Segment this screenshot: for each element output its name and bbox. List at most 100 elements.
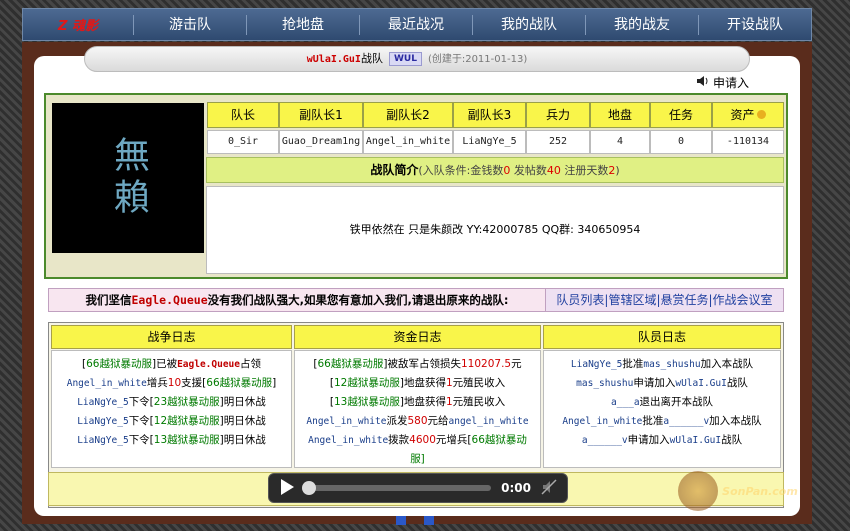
motto-rival-team[interactable]: Eagle.Queue [131, 293, 207, 307]
member-log-line: mas_shushu申请加入wUlaI.GuI战队 [544, 374, 780, 393]
server-link[interactable]: 66越狱暴动服 [86, 358, 152, 370]
header-troops: 兵力 [526, 102, 590, 128]
text: 下令[ [128, 415, 154, 427]
member-link[interactable]: LiaNgYe_5 [571, 359, 622, 370]
header-captain: 队长 [207, 102, 279, 128]
nav-item-grab-territory[interactable]: 抢地盘 [246, 14, 359, 35]
member-link[interactable]: Angel_in_white [306, 416, 386, 427]
text: 元殖民收入 [452, 377, 506, 389]
fund-log-line: 服] [295, 450, 540, 467]
team-link[interactable]: wUlaI.GuI [670, 435, 721, 446]
header-assets-label: 资产 [730, 108, 755, 122]
text: 下令[ [128, 434, 154, 446]
cond-suffix: ) [615, 164, 620, 177]
site-logo[interactable]: Z 魂影 [23, 15, 133, 34]
member-link[interactable]: LiaNgYe_5 [77, 416, 128, 427]
nav-item-my-comrades[interactable]: 我的战友 [585, 14, 698, 35]
server-link[interactable]: 66越狱暴动服 [206, 377, 272, 389]
vice-captain-2-link[interactable]: Angel_in_white [363, 130, 453, 154]
server-link[interactable]: 12越狱暴动服 [334, 377, 400, 389]
header-vice-captain-2: 副队长2 [363, 102, 453, 128]
cond-posts: 40 [546, 164, 561, 177]
fund-log-line: [12越狱暴动服]地盘获得1元殖民收入 [295, 374, 540, 393]
number: 10 [167, 377, 182, 389]
vice-captain-3-link[interactable]: LiaNgYe_5 [453, 130, 526, 154]
war-log-title: 战争日志 [51, 325, 292, 349]
member-link[interactable]: Angel_in_white [562, 416, 642, 427]
member-link[interactable]: angel_in_white [449, 416, 529, 427]
pager-dot-1[interactable] [396, 516, 406, 525]
fund-log-line: Angel_in_white派发580元给angel_in_white [295, 412, 540, 431]
motto-text: 我们坚信Eagle.Queue没有我们战队强大,如果您有意加入我们,请退出原来的… [49, 289, 545, 311]
text: 加入本战队 [709, 415, 762, 427]
member-log-line: Angel_in_white批准a______v加入本战队 [544, 412, 780, 431]
apply-join-link[interactable]: 申请入 [696, 74, 749, 91]
apply-join-label: 申请入 [713, 76, 750, 90]
team-intro-text: 铁甲依然在 只是朱颜改 YY:42000785 QQ群: 340650954 [206, 186, 784, 274]
team-title-bar: wUlaI.GuI战队 WUL (创建于:2011-01-13) [84, 46, 750, 72]
captain-link[interactable]: 0_Sir [207, 130, 279, 154]
server-link[interactable]: 23越狱暴动服 [154, 396, 220, 408]
play-icon[interactable] [279, 478, 295, 499]
text: 占领 [240, 358, 261, 370]
text: 元增兵[ [435, 434, 472, 446]
war-log-line: LiaNgYe_5下令[13越狱暴动服]明日休战 [52, 431, 291, 450]
troops-value: 252 [526, 130, 590, 154]
member-link[interactable]: a______v [663, 416, 709, 427]
site-watermark: SonPan.com [658, 466, 818, 516]
member-link[interactable]: mas_shushu [643, 359, 700, 370]
text: 下令[ [128, 396, 154, 408]
nav-item-my-team[interactable]: 我的战队 [472, 14, 585, 35]
team-link[interactable]: wUlaI.GuI [675, 378, 726, 389]
team-link[interactable]: Eagle.Queue [177, 359, 240, 370]
text: ]明日休战 [219, 415, 266, 427]
header-territory: 地盘 [590, 102, 650, 128]
team-links[interactable]: 队员列表|管辖区域|悬赏任务|作战会议室 [545, 289, 783, 311]
amount: 1 [445, 396, 453, 408]
text: 元殖民收入 [452, 396, 506, 408]
header-assets: 资产 [712, 102, 784, 128]
pager-dot-2[interactable] [424, 516, 434, 525]
seek-bar[interactable] [302, 481, 492, 495]
member-link[interactable]: mas_shushu [576, 378, 633, 389]
member-link[interactable]: a___a [611, 397, 640, 408]
team-logo: WUL [388, 52, 422, 66]
watermark-emblem [678, 471, 719, 511]
amount: 580 [407, 415, 428, 427]
server-link[interactable]: 66越狱暴动服 [318, 358, 384, 370]
war-log-line: [66越狱暴动服]已被Eagle.Queue占领 [52, 355, 291, 374]
nav-item-create-team[interactable]: 开设战队 [698, 14, 811, 35]
server-link[interactable]: 13越狱暴动服 [154, 434, 220, 446]
mute-icon[interactable] [541, 478, 557, 498]
seek-knob[interactable] [302, 481, 316, 495]
fund-log-line: Angel_in_white拨款4600元增兵[66越狱暴动 [295, 431, 540, 450]
server-link-tail[interactable]: 服] [410, 453, 425, 465]
cond-posts-label: 发帖数 [510, 164, 547, 177]
text: ] [272, 377, 277, 389]
member-log-line: LiaNgYe_5批准mas_shushu加入本战队 [544, 355, 780, 374]
amount: 4600 [409, 434, 436, 446]
war-log-list: [66越狱暴动服]已被Eagle.Queue占领 Angel_in_white增… [51, 350, 292, 468]
member-link[interactable]: Angel_in_white [308, 435, 388, 446]
war-log-line: LiaNgYe_5下令[12越狱暴动服]明日休战 [52, 412, 291, 431]
vice-captain-1-link[interactable]: Guao_Dream1ng [279, 130, 363, 154]
text: 加入本战队 [700, 358, 754, 370]
fund-log-list: [66越狱暴动服]被敌军占领损失110207.5元 [12越狱暴动服]地盘获得1… [294, 350, 541, 468]
header-tasks: 任务 [650, 102, 712, 128]
member-link[interactable]: a______v [582, 435, 628, 446]
member-link[interactable]: Angel_in_white [67, 378, 147, 389]
nav-item-recent-battles[interactable]: 最近战况 [359, 14, 472, 35]
watermark-text: SonPan.com [722, 484, 798, 498]
server-link[interactable]: 13越狱暴动服 [334, 396, 400, 408]
server-link[interactable]: 12越狱暴动服 [154, 415, 220, 427]
member-link[interactable]: LiaNgYe_5 [77, 397, 128, 408]
server-link[interactable]: 66越狱暴动 [472, 434, 527, 446]
team-created-date: (创建于:2011-01-13) [427, 54, 528, 65]
member-link[interactable]: LiaNgYe_5 [77, 435, 128, 446]
nav-item-guerrilla[interactable]: 游击队 [133, 14, 246, 35]
text: ]明日休战 [219, 434, 266, 446]
text: ]已被 [151, 358, 178, 370]
speaker-icon [696, 75, 710, 90]
team-name: wUlaI.GuI [306, 54, 361, 65]
territory-value: 4 [590, 130, 650, 154]
